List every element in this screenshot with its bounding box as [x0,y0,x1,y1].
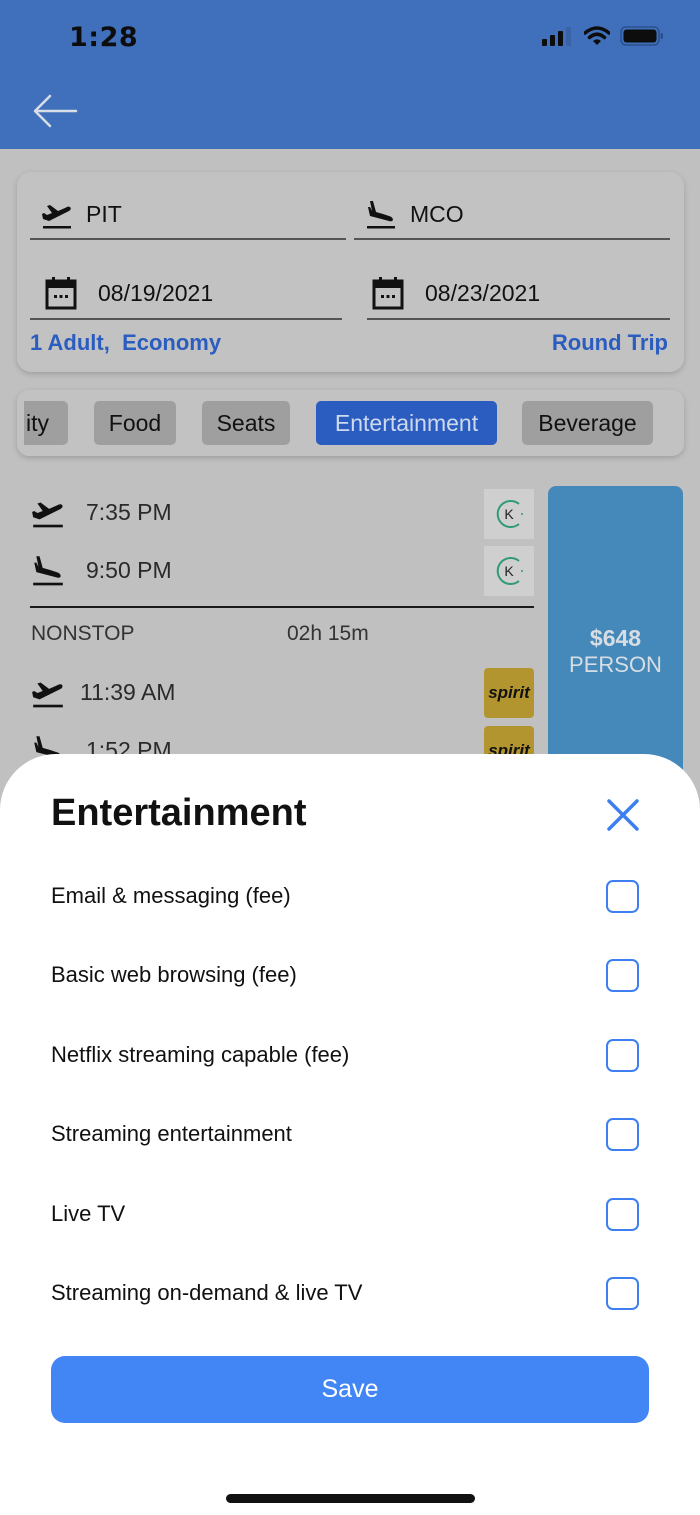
tab-beverage[interactable]: Beverage [522,401,653,445]
sheet-title: Entertainment [51,792,307,834]
takeoff-icon [32,502,63,528]
trip-type-link[interactable]: Round Trip [552,330,668,356]
option-label: Basic web browsing (fee) [51,962,297,987]
flight-result-card[interactable]: 7:35 PM K 9:50 PM K NONSTOP 02h 15m 11:3… [0,480,700,776]
option-label: Streaming on-demand & live TV [51,1280,363,1305]
option-email-messaging[interactable]: Email & messaging (fee) [51,871,651,921]
outbound-arrive-row: 9:50 PM [30,552,172,588]
option-label: Email & messaging (fee) [51,883,291,908]
kenya-airways-logo-icon: K [496,500,523,528]
checkbox[interactable] [606,1197,639,1231]
passengers-class-link[interactable]: 1 Adult, Economy [30,330,221,356]
return-date-value: 08/23/2021 [425,279,541,306]
kenya-airways-logo-icon: K [496,557,523,585]
back-button[interactable] [30,88,80,134]
wifi-icon [584,26,610,45]
origin-value: PIT [86,200,122,227]
save-button[interactable]: Save [51,1356,649,1423]
outbound-depart-time: 7:35 PM [86,498,172,525]
svg-text:K: K [504,506,514,522]
amenity-filter-tabs: ity Food Seats Entertainment Beverage [17,390,684,456]
close-icon [607,799,639,831]
segment-divider [30,606,534,608]
checkbox[interactable] [606,1117,639,1151]
takeoff-icon [32,682,63,708]
checkbox[interactable] [606,879,639,913]
calendar-icon [372,277,404,310]
airline-logo-k: K [484,546,534,596]
option-label: Live TV [51,1201,126,1226]
signal-icon [542,27,571,46]
landing-icon [33,556,63,586]
duration-label: 02h 15m [287,622,369,645]
airline-logo-spirit: spirit [484,668,534,718]
search-summary-card: PIT MCO 08/19/2021 08/23/2021 1 Adult, E… [17,172,684,372]
depart-date-value: 08/19/2021 [98,279,214,306]
depart-date-field[interactable]: 08/19/2021 [30,268,342,320]
option-streaming-entertainment[interactable]: Streaming entertainment [51,1109,651,1159]
stops-label: NONSTOP [31,622,135,645]
landing-icon [367,201,395,229]
status-icons [542,26,664,46]
entertainment-bottom-sheet: Entertainment Email & messaging (fee) Ba… [0,754,700,1515]
tab-entertainment[interactable]: Entertainment [316,401,497,445]
return-date-field[interactable]: 08/23/2021 [367,268,670,320]
option-web-browsing[interactable]: Basic web browsing (fee) [51,950,651,1000]
outbound-depart-row: 7:35 PM [30,494,172,530]
calendar-icon [45,277,77,310]
option-label: Netflix streaming capable (fee) [51,1042,350,1067]
arrow-left-icon [33,94,78,128]
option-on-demand-live-tv[interactable]: Streaming on-demand & live TV [51,1268,651,1318]
checkbox[interactable] [606,958,639,992]
home-indicator[interactable] [226,1494,475,1503]
tab-activity[interactable]: ity [24,401,68,445]
option-netflix-streaming[interactable]: Netflix streaming capable (fee) [51,1030,651,1080]
price-unit: PERSON [569,651,662,677]
checkbox[interactable] [606,1276,639,1310]
close-button[interactable] [604,796,642,834]
origin-field[interactable]: PIT [30,190,346,240]
app-header: 1:28 [0,0,700,149]
airline-logo-k: K [484,489,534,539]
destination-field[interactable]: MCO [354,190,670,240]
price-panel[interactable]: $648 PERSON [548,486,683,776]
tab-seats[interactable]: Seats [202,401,290,445]
battery-icon [620,26,663,46]
status-time: 1:28 [69,22,139,53]
price-value: $648 [589,624,642,651]
checkbox[interactable] [606,1038,639,1072]
option-label: Streaming entertainment [51,1121,292,1146]
return-depart-time: 11:39 AM [80,678,176,705]
svg-text:K: K [504,563,514,579]
tab-food[interactable]: Food [94,401,176,445]
destination-value: MCO [410,200,464,227]
outbound-arrive-time: 9:50 PM [86,556,172,583]
takeoff-icon [42,205,71,229]
return-depart-row: 11:39 AM [30,674,175,710]
option-live-tv[interactable]: Live TV [51,1189,651,1239]
